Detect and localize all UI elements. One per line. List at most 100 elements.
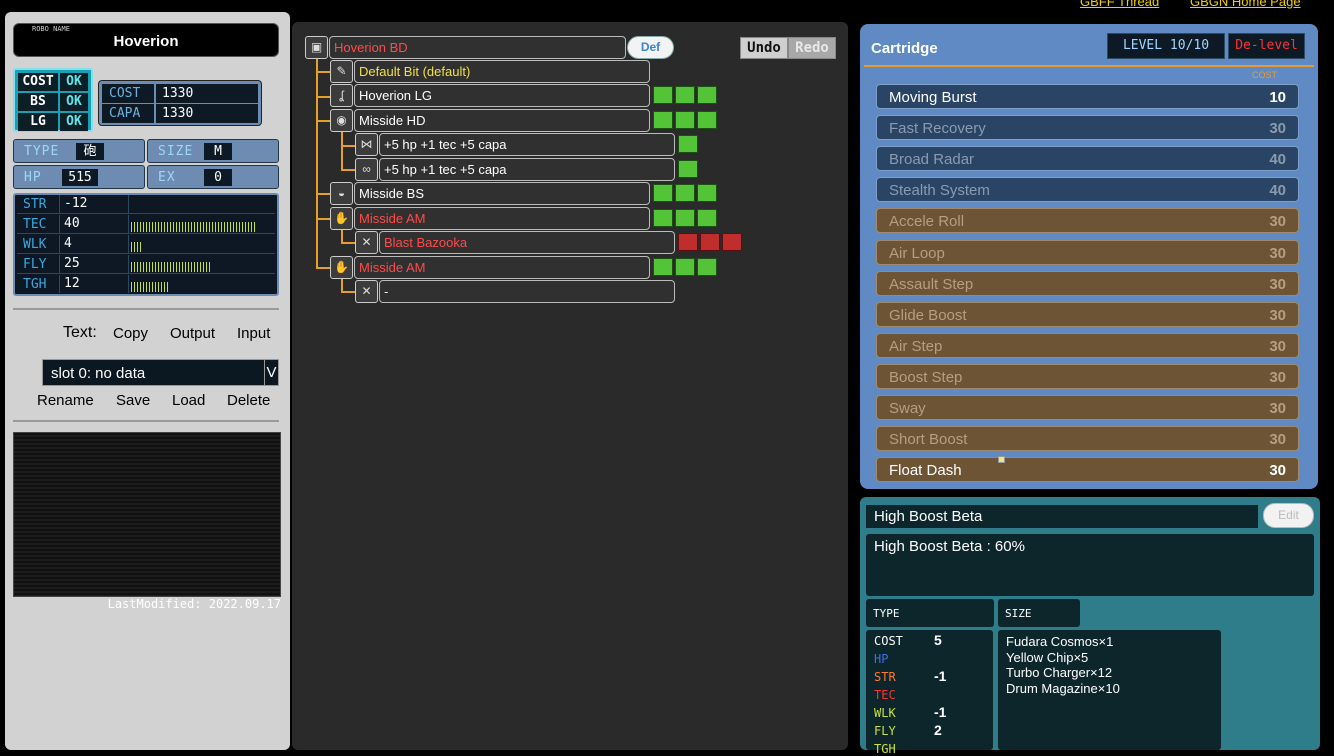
stat-bar	[131, 262, 210, 272]
part-weapon[interactable]: -	[379, 280, 675, 303]
delete-button[interactable]: Delete	[227, 392, 270, 409]
accessory-icon[interactable]: ⋈	[355, 133, 378, 156]
output-button[interactable]: Output	[170, 325, 215, 342]
tree-line	[341, 145, 355, 147]
input-button[interactable]: Input	[237, 325, 270, 342]
load-button[interactable]: Load	[172, 392, 205, 409]
arm-part-icon[interactable]: ✋	[330, 207, 353, 230]
cartridge-item[interactable]: Stealth System 40	[876, 177, 1299, 203]
backpack-part-icon[interactable]: ◒	[330, 182, 353, 205]
slot-box[interactable]	[675, 111, 695, 129]
cartridge-name: Boost Step	[889, 368, 963, 386]
delevel-button[interactable]: De-level	[1228, 33, 1305, 59]
slot-box[interactable]	[697, 111, 717, 129]
slot-box[interactable]	[653, 184, 673, 202]
skill-name: High Boost Beta	[866, 505, 1258, 528]
cartridge-item[interactable]: Air Loop 30	[876, 239, 1299, 265]
chevron-down-icon[interactable]: V	[264, 360, 278, 385]
edit-button[interactable]: Edit	[1263, 503, 1314, 528]
slot-box[interactable]	[697, 86, 717, 104]
slot-box[interactable]	[653, 86, 673, 104]
cartridge-item[interactable]: Sway 30	[876, 395, 1299, 420]
cartridge-item[interactable]: Moving Burst 10	[876, 84, 1299, 109]
material-item: Yellow Chip×5	[1006, 649, 1089, 665]
slot-box[interactable]	[675, 184, 695, 202]
slot-box[interactable]	[675, 209, 695, 227]
slot-box[interactable]	[697, 258, 717, 276]
weapon-icon[interactable]: ✕	[355, 231, 378, 254]
cost-row: COST 1330	[102, 84, 258, 103]
cartridge-item[interactable]: Glide Boost 30	[876, 301, 1299, 327]
bit-part-icon[interactable]: ✎	[330, 60, 353, 83]
cartridge-cost: 30	[1269, 306, 1286, 324]
cartridge-cost: 30	[1269, 431, 1286, 449]
cartridge-item[interactable]: Accele Roll 30	[876, 208, 1299, 234]
thread-link[interactable]: GBFF Thread	[1080, 0, 1159, 9]
cartridge-item[interactable]: Boost Step 30	[876, 363, 1299, 389]
cartridge-item[interactable]: Float Dash 30	[876, 457, 1299, 483]
ok-row-lg: LG OK	[18, 113, 90, 131]
part-arm[interactable]: Misside AM	[354, 256, 650, 279]
slot-select[interactable]: slot 0: no data V	[42, 359, 279, 386]
cartridge-name: Short Boost	[889, 431, 968, 449]
robo-preview-canvas[interactable]	[13, 432, 281, 597]
tree-line	[316, 267, 330, 269]
part-weapon[interactable]: Blast Bazooka	[379, 231, 675, 254]
slot-box[interactable]	[722, 233, 742, 251]
ok-check-box: COST OK BS OK LG OK	[13, 68, 93, 132]
copy-button[interactable]: Copy	[113, 325, 148, 342]
slot-box[interactable]	[678, 160, 698, 178]
slot-box[interactable]	[678, 135, 698, 153]
part-accessory[interactable]: +5 hp +1 tec +5 capa	[379, 133, 675, 156]
cursor-marker	[998, 456, 1005, 463]
slot-box[interactable]	[678, 233, 698, 251]
slot-selected-value: slot 0: no data	[51, 365, 146, 382]
home-page-link[interactable]: GBGN Home Page	[1190, 0, 1301, 9]
stat-bar	[131, 282, 169, 292]
skill-stat-label: HP	[874, 652, 889, 666]
undo-button[interactable]: Undo	[740, 37, 788, 59]
arm-part-icon[interactable]: ✋	[330, 256, 353, 279]
ok-row-bs: BS OK	[18, 93, 90, 111]
cartridge-item[interactable]: Fast Recovery 30	[876, 115, 1299, 141]
robo-name-caption: ROBO NAME	[32, 25, 70, 33]
cartridge-item[interactable]: Broad Radar 40	[876, 146, 1299, 172]
skill-stat-label: STR	[874, 670, 896, 684]
part-bit[interactable]: Default Bit (default)	[354, 60, 650, 83]
cartridge-item[interactable]: Short Boost 30	[876, 426, 1299, 452]
robo-name-plate: ROBO NAME Hoverion	[13, 23, 279, 57]
skill-stats: COST 5 HP STR -1 TEC WLK -1 FLY 2 TGH	[866, 630, 993, 756]
cartridge-name: Air Step	[889, 337, 943, 355]
redo-button[interactable]: Redo	[788, 37, 836, 59]
slot-box[interactable]	[700, 233, 720, 251]
part-backpack[interactable]: Misside BS	[354, 182, 650, 205]
part-accessory[interactable]: +5 hp +1 tec +5 capa	[379, 158, 675, 181]
part-body[interactable]: Hoverion BD	[329, 36, 626, 59]
tree-line	[316, 193, 330, 195]
part-arm[interactable]: Misside AM	[354, 207, 650, 230]
robo-name[interactable]: Hoverion	[14, 33, 278, 50]
body-part-icon[interactable]: ▣	[305, 36, 328, 59]
slot-box[interactable]	[653, 209, 673, 227]
head-part-icon[interactable]: ◉	[330, 109, 353, 132]
slot-box[interactable]	[653, 111, 673, 129]
cartridge-item[interactable]: Assault Step 30	[876, 270, 1299, 296]
part-leg[interactable]: Hoverion LG	[354, 84, 650, 107]
slot-box[interactable]	[697, 209, 717, 227]
leg-part-icon[interactable]: ʆ	[330, 84, 353, 107]
glasses-icon[interactable]: ∞	[355, 158, 378, 181]
part-head[interactable]: Misside HD	[354, 109, 650, 132]
slot-box[interactable]	[675, 258, 695, 276]
divider	[13, 420, 279, 422]
cartridge-cost: 30	[1269, 244, 1286, 262]
rename-button[interactable]: Rename	[37, 392, 94, 409]
slot-box[interactable]	[653, 258, 673, 276]
cartridge-cost: 10	[1269, 89, 1286, 106]
save-button[interactable]: Save	[116, 392, 150, 409]
cartridge-name: Moving Burst	[889, 89, 977, 106]
slot-box[interactable]	[675, 86, 695, 104]
weapon-icon[interactable]: ✕	[355, 280, 378, 303]
cartridge-item[interactable]: Air Step 30	[876, 332, 1299, 358]
def-button[interactable]: Def	[627, 36, 674, 59]
slot-box[interactable]	[697, 184, 717, 202]
